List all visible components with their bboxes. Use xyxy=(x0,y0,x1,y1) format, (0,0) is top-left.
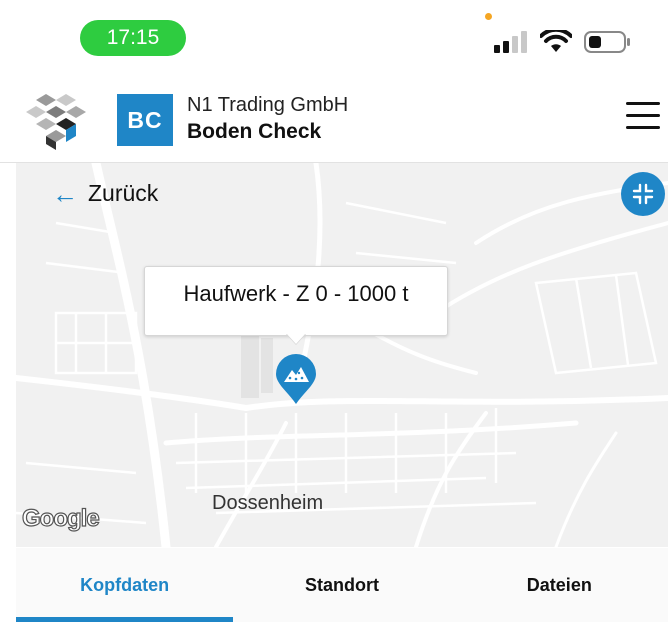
back-label: Zurück xyxy=(88,180,159,206)
tab-standort[interactable]: Standort xyxy=(233,548,450,622)
privacy-indicator-dot xyxy=(485,13,492,20)
marker-info-window[interactable]: Haufwerk - Z 0 - 1000 t xyxy=(144,266,448,336)
product-name: Boden Check xyxy=(187,120,322,143)
status-bar: 17:15 xyxy=(0,0,668,70)
google-attribution-logo: Google xyxy=(21,504,100,532)
map-place-label: Dossenheim xyxy=(212,492,324,514)
hamburger-menu-icon[interactable] xyxy=(626,102,660,130)
collapse-icon xyxy=(632,183,654,205)
stockpile-pin-icon[interactable] xyxy=(274,354,318,406)
collapse-map-button[interactable] xyxy=(621,172,665,216)
company-logo-icon xyxy=(26,94,86,150)
tab-dateien[interactable]: Dateien xyxy=(451,548,668,622)
map-view[interactable] xyxy=(16,163,668,547)
arrow-left-icon: ← xyxy=(52,178,78,209)
signal-icon xyxy=(494,31,527,53)
detail-tabs: Kopfdaten Standort Dateien xyxy=(16,548,668,622)
map-roads xyxy=(16,163,668,547)
wifi-icon xyxy=(540,30,572,52)
back-button[interactable]: ← Zurück xyxy=(52,180,158,207)
battery-icon xyxy=(584,31,630,53)
status-time: 17:15 xyxy=(80,20,186,56)
app-badge: BC xyxy=(117,94,173,146)
company-name: N1 Trading GmbH xyxy=(187,94,349,116)
tab-kopfdaten[interactable]: Kopfdaten xyxy=(16,548,234,622)
info-window-tail xyxy=(286,333,306,344)
